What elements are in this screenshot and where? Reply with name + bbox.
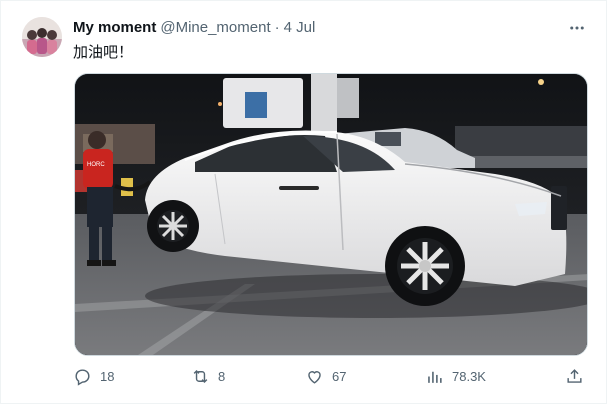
user-handle[interactable]: @Mine_moment: [160, 19, 270, 36]
separator: ·: [274, 19, 280, 36]
avatar[interactable]: [22, 17, 62, 57]
reply-icon: [73, 367, 92, 386]
tweet-header: My moment @Mine_moment · 4 Jul: [73, 19, 315, 36]
retweet-count: 8: [218, 369, 226, 384]
more-dots-icon[interactable]: [566, 17, 588, 39]
tweet-media-image[interactable]: HORC: [74, 73, 588, 356]
tweet-date[interactable]: 4 Jul: [284, 19, 316, 36]
tweet-actions: 18 8 67 78.3K: [73, 367, 585, 391]
views-button[interactable]: 78.3K: [425, 367, 486, 386]
retweet-icon: [191, 367, 210, 386]
tweet-text: 加油吧！: [73, 44, 134, 61]
views-icon: [425, 367, 444, 386]
share-button[interactable]: [565, 367, 584, 386]
views-count: 78.3K: [452, 369, 486, 384]
uniform-text: HORC: [87, 162, 105, 168]
like-icon: [305, 367, 324, 386]
reply-button[interactable]: 18: [73, 367, 114, 386]
display-name[interactable]: My moment: [73, 19, 156, 36]
reply-count: 18: [100, 369, 115, 384]
retweet-button[interactable]: 8: [191, 367, 225, 386]
tweet-card[interactable]: My moment @Mine_moment · 4 Jul 加油吧！ HORC…: [0, 0, 607, 404]
share-icon: [565, 367, 584, 386]
like-button[interactable]: 67: [305, 367, 346, 386]
like-count: 67: [332, 369, 347, 384]
